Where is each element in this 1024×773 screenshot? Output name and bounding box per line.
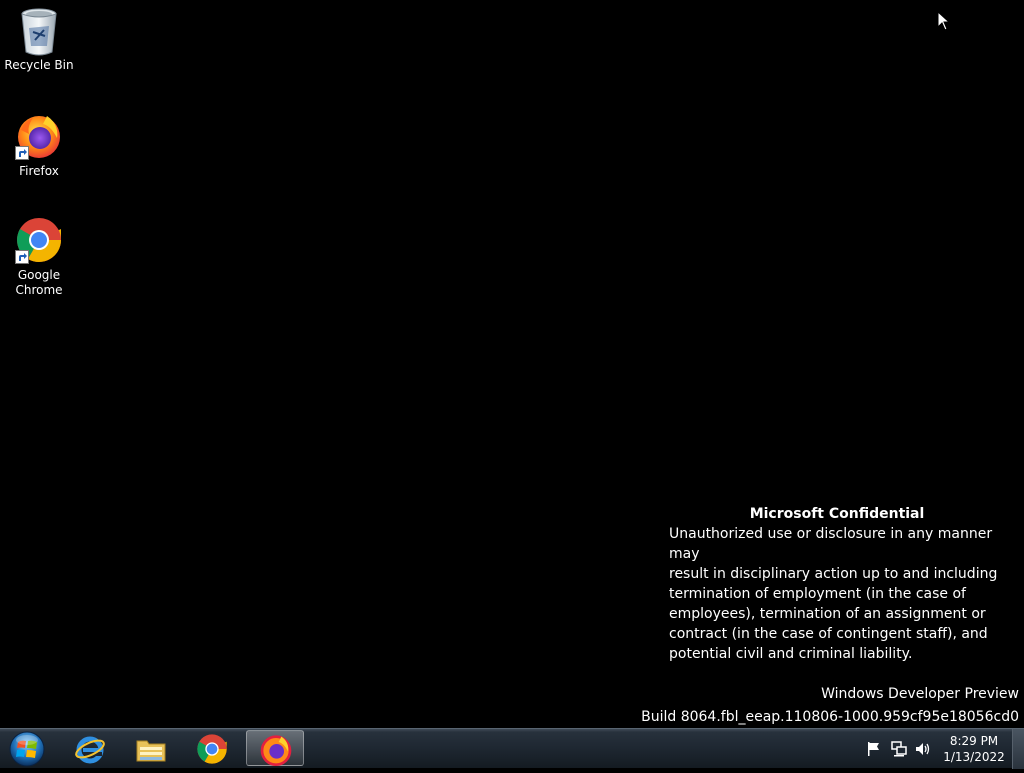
- desktop-icon-label: Recycle Bin: [4, 58, 74, 72]
- mouse-cursor-icon: [937, 11, 951, 31]
- watermark-line: result in disciplinary action up to and …: [669, 566, 998, 582]
- desktop-icon-label: Firefox: [19, 164, 59, 178]
- show-desktop-button[interactable]: [1012, 729, 1024, 769]
- watermark-line: Unauthorized use or disclosure in any ma…: [669, 526, 993, 562]
- clock-date: 1/13/2022: [943, 750, 1005, 764]
- chrome-icon: [197, 734, 227, 764]
- desktop-icon-label: Google Chrome: [3, 268, 75, 298]
- desktop-icon-google-chrome[interactable]: Google Chrome: [3, 216, 75, 298]
- volume-icon[interactable]: [915, 741, 931, 757]
- desktop-icon-label-line: Google: [17, 268, 61, 282]
- taskbar: 8:29 PM 1/13/2022: [0, 728, 1024, 769]
- taskbar-button-windows-explorer[interactable]: [122, 730, 180, 766]
- firefox-icon: [260, 735, 292, 766]
- watermark-line: potential civil and criminal liability.: [669, 646, 913, 662]
- shortcut-arrow-icon: [15, 146, 29, 160]
- taskbar-clock[interactable]: 8:29 PM 1/13/2022: [935, 733, 1013, 765]
- desktop-icon-label-line: Chrome: [15, 283, 63, 297]
- taskbar-button-internet-explorer[interactable]: [61, 730, 119, 766]
- start-button[interactable]: [6, 729, 48, 769]
- clock-time: 8:29 PM: [949, 734, 999, 748]
- confidential-watermark: Microsoft Confidential Unauthorized use …: [669, 504, 1005, 664]
- build-string: Build 8064.fbl_eeap.110806-1000.959cf95e…: [641, 709, 1019, 725]
- watermark-line: contract (in the case of contingent staf…: [669, 626, 988, 642]
- windows-start-orb-icon: [9, 731, 45, 767]
- taskbar-button-firefox[interactable]: [246, 730, 304, 766]
- watermark-line: termination of employment (in the case o…: [669, 586, 966, 602]
- build-info: Windows Developer Preview Build 8064.fbl…: [641, 683, 1019, 729]
- folder-explorer-icon: [136, 740, 166, 762]
- watermark-title: Microsoft Confidential: [749, 506, 925, 522]
- recycle-bin-icon: [15, 6, 63, 56]
- desktop[interactable]: Recycle Bin Firefox Google Chrome Micros…: [0, 0, 1024, 728]
- product-name: Windows Developer Preview: [821, 686, 1019, 702]
- network-icon[interactable]: [891, 741, 907, 757]
- taskbar-button-google-chrome[interactable]: [183, 730, 241, 766]
- desktop-icon-recycle-bin[interactable]: Recycle Bin: [3, 6, 75, 73]
- shortcut-arrow-icon: [15, 250, 29, 264]
- watermark-line: employees), termination of an assignment…: [669, 606, 986, 622]
- chrome-icon: [15, 216, 63, 264]
- internet-explorer-icon: [75, 736, 105, 764]
- action-center-flag-icon[interactable]: [866, 741, 882, 757]
- desktop-icon-firefox[interactable]: Firefox: [3, 112, 75, 179]
- firefox-icon: [15, 112, 63, 160]
